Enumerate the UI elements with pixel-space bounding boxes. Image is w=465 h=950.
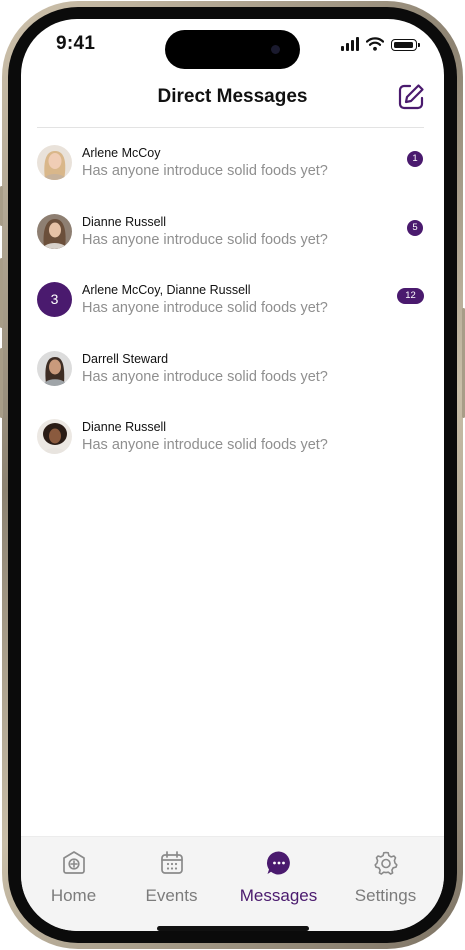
tab-label: Home xyxy=(50,886,97,905)
message-preview: Has anyone introduce solid foods yet? xyxy=(82,163,328,179)
avatar xyxy=(37,350,72,386)
compose-icon xyxy=(398,84,424,110)
chat-bubble-icon xyxy=(266,851,290,875)
message-sender: Dianne Russell xyxy=(82,420,167,434)
message-sender: Dianne Russell xyxy=(82,214,167,229)
battery-icon xyxy=(391,39,420,51)
tab-label: Settings xyxy=(354,886,417,905)
avatar xyxy=(37,213,72,249)
status-time: 9:41 xyxy=(56,33,96,54)
message-preview: Has anyone introduce solid foods yet? xyxy=(82,437,328,453)
message-item[interactable]: Darrell Steward Has anyone introduce sol… xyxy=(21,345,444,414)
message-sender: Darrell Steward xyxy=(82,351,169,366)
status-icons xyxy=(341,37,420,51)
message-preview: Has anyone introduce solid foods yet? xyxy=(82,300,328,316)
home-indicator xyxy=(157,926,309,931)
calendar-icon xyxy=(161,851,183,874)
tab-messages[interactable]: Messages xyxy=(226,837,331,917)
tab-label: Messages xyxy=(239,886,318,905)
tab-events[interactable]: Events xyxy=(119,837,224,917)
message-preview: Has anyone introduce solid foods yet? xyxy=(82,368,328,385)
tab-label: Events xyxy=(145,886,198,905)
message-preview: Has anyone introduce solid foods yet? xyxy=(82,231,328,248)
dynamic-island xyxy=(165,30,300,69)
header-divider xyxy=(37,127,424,128)
avatar xyxy=(37,419,72,454)
home-icon xyxy=(63,851,85,874)
cellular-signal-icon xyxy=(341,37,359,51)
gear-icon xyxy=(374,851,398,875)
unread-badge: 12 xyxy=(397,288,424,304)
message-list: Arlene McCoy Has anyone introduce solid … xyxy=(21,139,444,482)
camera-icon xyxy=(271,45,280,54)
app-screen: 9:41 Direct Messages Arlene McCoy Has an… xyxy=(21,19,444,931)
volume-up-button xyxy=(0,258,3,328)
message-sender: Arlene McCoy xyxy=(82,146,161,160)
message-sender: Arlene McCoy, Dianne Russell xyxy=(82,283,251,297)
message-item[interactable]: 3 Arlene McCoy, Dianne Russell Has anyon… xyxy=(21,276,444,345)
bottom-tab-bar: Home Events Messages Settings xyxy=(21,836,444,931)
page-title: Direct Messages xyxy=(157,86,308,107)
tab-home[interactable]: Home xyxy=(21,837,126,917)
avatar xyxy=(37,145,72,180)
compose-message-button[interactable] xyxy=(396,82,426,112)
volume-down-button xyxy=(0,348,3,418)
message-item[interactable]: Arlene McCoy Has anyone introduce solid … xyxy=(21,139,444,208)
silent-switch xyxy=(0,186,3,226)
group-member-count-avatar: 3 xyxy=(37,282,72,317)
wifi-icon xyxy=(366,37,384,51)
message-item[interactable]: Dianne Russell Has anyone introduce soli… xyxy=(21,208,444,277)
unread-badge: 5 xyxy=(407,219,423,236)
tab-settings[interactable]: Settings xyxy=(333,837,438,917)
unread-badge: 1 xyxy=(407,151,423,167)
message-item[interactable]: Dianne Russell Has anyone introduce soli… xyxy=(21,413,444,482)
